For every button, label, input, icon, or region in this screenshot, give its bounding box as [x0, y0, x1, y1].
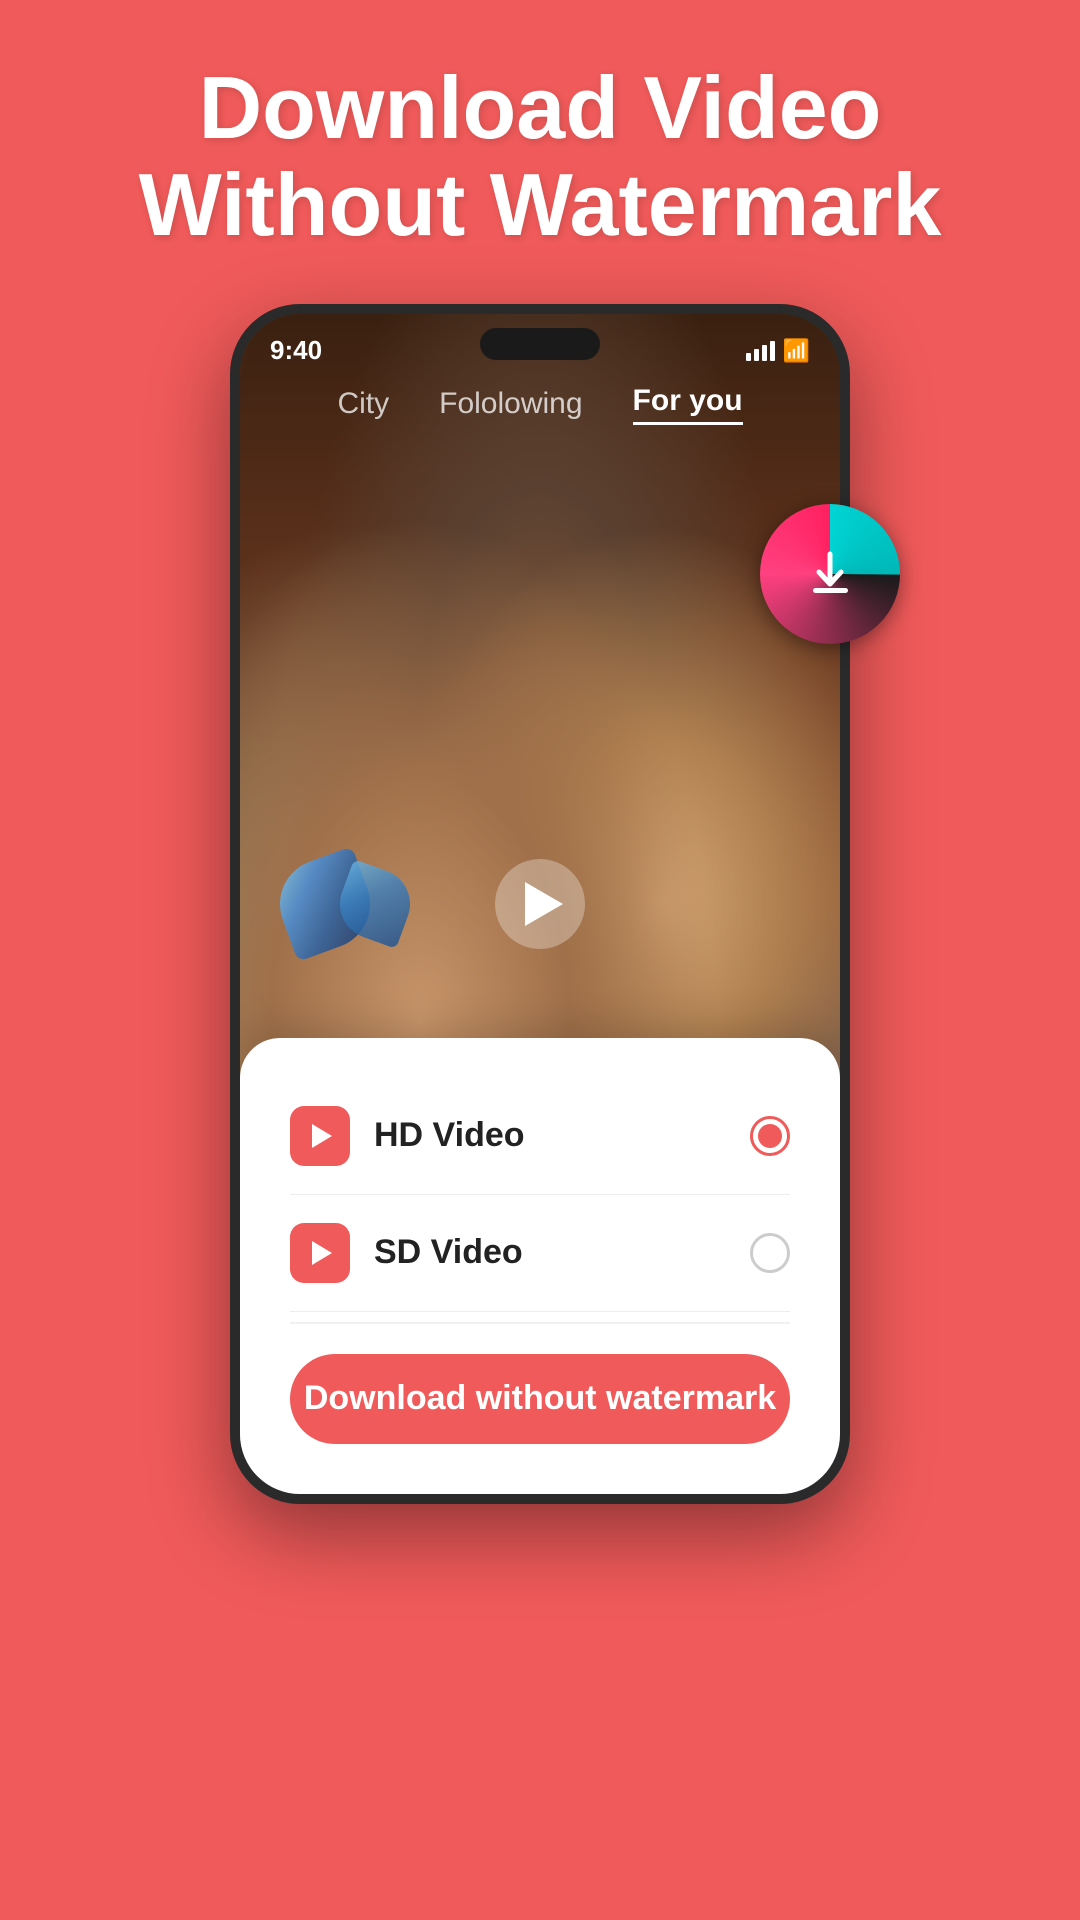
hd-label: HD Video	[374, 1116, 525, 1155]
play-button[interactable]	[495, 859, 585, 949]
butterfly	[280, 839, 440, 969]
wifi-icon: 📶	[783, 338, 810, 364]
options-divider	[290, 1322, 790, 1324]
download-fab[interactable]	[760, 504, 900, 644]
signal-bar-3	[762, 345, 767, 361]
phone-notch	[480, 328, 600, 360]
hd-icon-bg	[290, 1106, 350, 1166]
signal-bar-2	[754, 349, 759, 361]
tab-for-you[interactable]: For you	[633, 384, 743, 425]
download-icon	[803, 546, 858, 601]
sd-label: SD Video	[374, 1233, 523, 1272]
sd-play-icon	[312, 1241, 332, 1265]
hd-radio[interactable]	[750, 1116, 790, 1156]
tab-following[interactable]: Fololowing	[439, 387, 582, 421]
sd-radio[interactable]	[750, 1233, 790, 1273]
page-background: Download Video Without Watermark	[0, 0, 1080, 1920]
sd-option-left: SD Video	[290, 1223, 523, 1283]
phone-frame: 9:40 📶 City Fololowing For yo	[230, 304, 850, 1504]
hd-radio-inner	[758, 1124, 782, 1148]
tab-city[interactable]: City	[337, 387, 389, 421]
headline: Download Video Without Watermark	[0, 0, 1080, 294]
nav-tabs: City Fololowing For you	[240, 384, 840, 425]
download-button[interactable]: Download without watermark	[290, 1354, 790, 1444]
headline-line2: Without Watermark	[80, 157, 1000, 254]
hd-option-left: HD Video	[290, 1106, 525, 1166]
phone-container: 9:40 📶 City Fololowing For yo	[230, 304, 850, 1504]
signal-bar-4	[770, 341, 775, 361]
headline-line1: Download Video	[80, 60, 1000, 157]
signal-bar-1	[746, 353, 751, 361]
hd-play-icon	[312, 1124, 332, 1148]
sd-icon-bg	[290, 1223, 350, 1283]
status-time: 9:40	[270, 335, 322, 366]
signal-icon	[746, 341, 775, 361]
hd-video-option[interactable]: HD Video	[290, 1078, 790, 1195]
sd-video-option[interactable]: SD Video	[290, 1195, 790, 1312]
bottom-sheet: HD Video SD Video	[240, 1038, 840, 1494]
play-triangle-icon	[525, 882, 563, 926]
status-icons: 📶	[746, 338, 810, 364]
